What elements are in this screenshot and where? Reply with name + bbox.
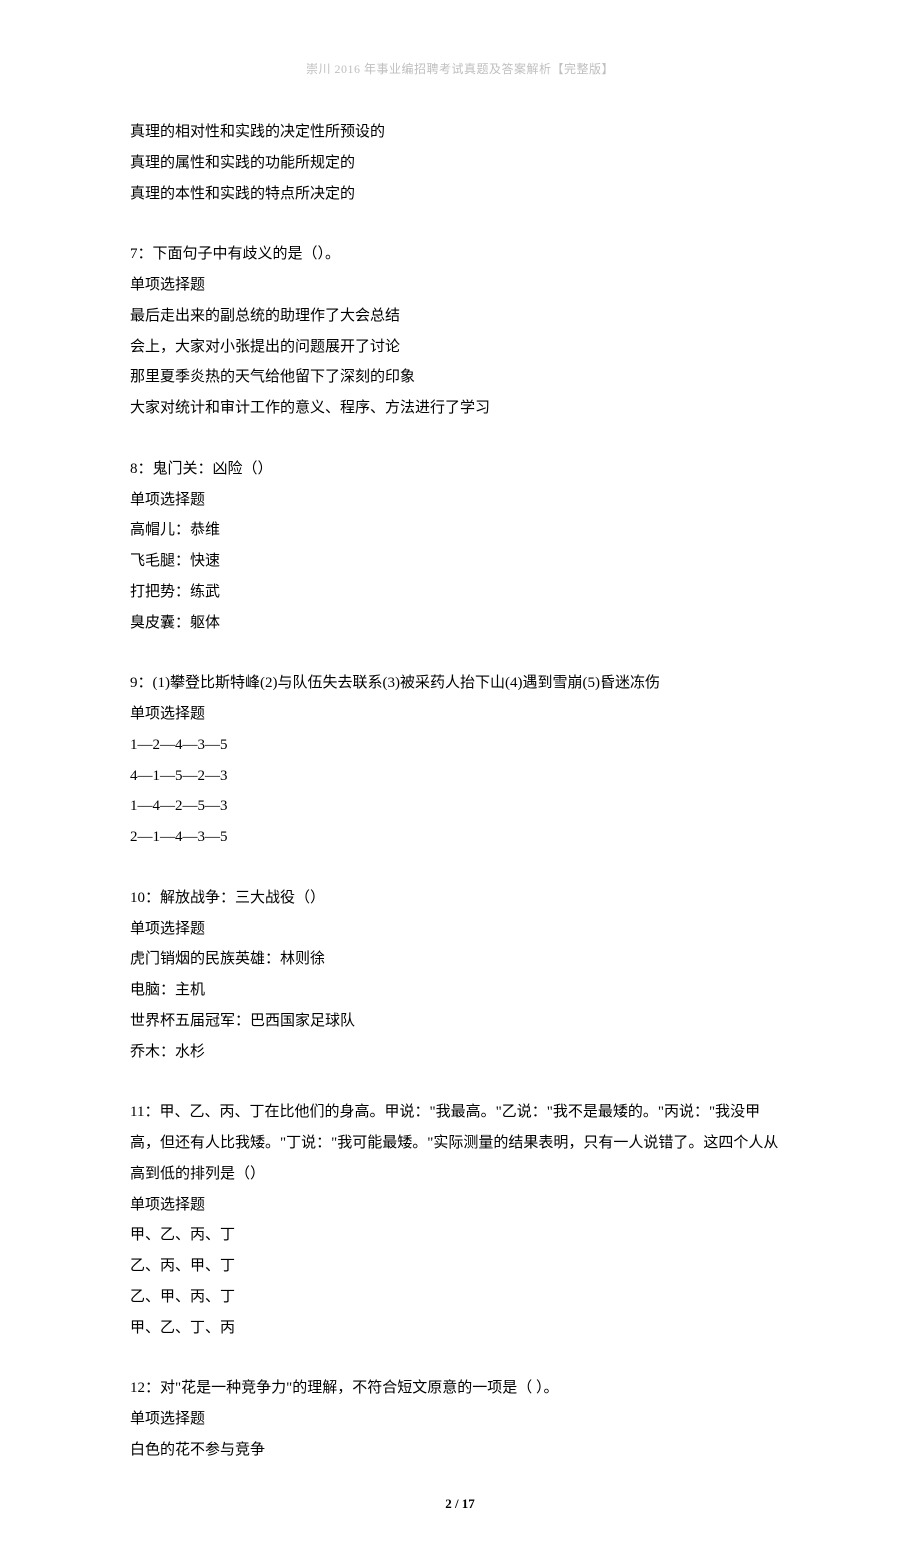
question-stem: 9：(1)攀登比斯特峰(2)与队伍失去联系(3)被采药人抬下山(4)遇到雪崩(5… [130, 668, 790, 699]
option-line: 甲、乙、丙、丁 [130, 1220, 790, 1251]
question-type: 单项选择题 [130, 485, 790, 516]
option-line: 乙、甲、丙、丁 [130, 1282, 790, 1313]
option-line: 1—2—4—3—5 [130, 730, 790, 761]
text-line: 真理的相对性和实践的决定性所预设的 [130, 117, 790, 148]
question-type: 单项选择题 [130, 914, 790, 945]
option-line: 1—4—2—5—3 [130, 791, 790, 822]
question-block: 9：(1)攀登比斯特峰(2)与队伍失去联系(3)被采药人抬下山(4)遇到雪崩(5… [130, 668, 790, 853]
option-line: 甲、乙、丁、丙 [130, 1313, 790, 1344]
option-line: 2—1—4—3—5 [130, 822, 790, 853]
page-number: 2 / 17 [130, 1496, 790, 1512]
text-line: 真理的属性和实践的功能所规定的 [130, 148, 790, 179]
question-type: 单项选择题 [130, 1190, 790, 1221]
question-block: 真理的相对性和实践的决定性所预设的 真理的属性和实践的功能所规定的 真理的本性和… [130, 117, 790, 209]
option-line: 高帽儿：恭维 [130, 515, 790, 546]
question-stem: 10：解放战争：三大战役（） [130, 883, 790, 914]
document-page: 崇川 2016 年事业编招聘考试真题及答案解析【完整版】 真理的相对性和实践的决… [0, 0, 920, 1552]
text-line: 真理的本性和实践的特点所决定的 [130, 179, 790, 210]
question-type: 单项选择题 [130, 1404, 790, 1435]
question-block: 11：甲、乙、丙、丁在比他们的身高。甲说："我最高。"乙说："我不是最矮的。"丙… [130, 1097, 790, 1343]
question-stem: 8：鬼门关：凶险（） [130, 454, 790, 485]
option-line: 虎门销烟的民族英雄：林则徐 [130, 944, 790, 975]
option-line: 打把势：练武 [130, 577, 790, 608]
option-line: 那里夏季炎热的天气给他留下了深刻的印象 [130, 362, 790, 393]
option-line: 乔木：水杉 [130, 1037, 790, 1068]
option-line: 4—1—5—2—3 [130, 761, 790, 792]
question-stem: 12：对"花是一种竞争力"的理解，不符合短文原意的一项是（ ）。 [130, 1373, 790, 1404]
question-type: 单项选择题 [130, 270, 790, 301]
option-line: 臭皮囊：躯体 [130, 608, 790, 639]
option-line: 飞毛腿：快速 [130, 546, 790, 577]
question-type: 单项选择题 [130, 699, 790, 730]
option-line: 世界杯五届冠军：巴西国家足球队 [130, 1006, 790, 1037]
question-block: 8：鬼门关：凶险（） 单项选择题 高帽儿：恭维 飞毛腿：快速 打把势：练武 臭皮… [130, 454, 790, 639]
question-block: 12：对"花是一种竞争力"的理解，不符合短文原意的一项是（ ）。 单项选择题 白… [130, 1373, 790, 1465]
question-block: 10：解放战争：三大战役（） 单项选择题 虎门销烟的民族英雄：林则徐 电脑：主机… [130, 883, 790, 1068]
option-line: 电脑：主机 [130, 975, 790, 1006]
question-stem: 7：下面句子中有歧义的是（）。 [130, 239, 790, 270]
question-block: 7：下面句子中有歧义的是（）。 单项选择题 最后走出来的副总统的助理作了大会总结… [130, 239, 790, 424]
option-line: 白色的花不参与竞争 [130, 1435, 790, 1466]
page-header-title: 崇川 2016 年事业编招聘考试真题及答案解析【完整版】 [130, 60, 790, 77]
option-line: 大家对统计和审计工作的意义、程序、方法进行了学习 [130, 393, 790, 424]
option-line: 最后走出来的副总统的助理作了大会总结 [130, 301, 790, 332]
option-line: 会上，大家对小张提出的问题展开了讨论 [130, 332, 790, 363]
question-stem: 11：甲、乙、丙、丁在比他们的身高。甲说："我最高。"乙说："我不是最矮的。"丙… [130, 1097, 790, 1189]
option-line: 乙、丙、甲、丁 [130, 1251, 790, 1282]
